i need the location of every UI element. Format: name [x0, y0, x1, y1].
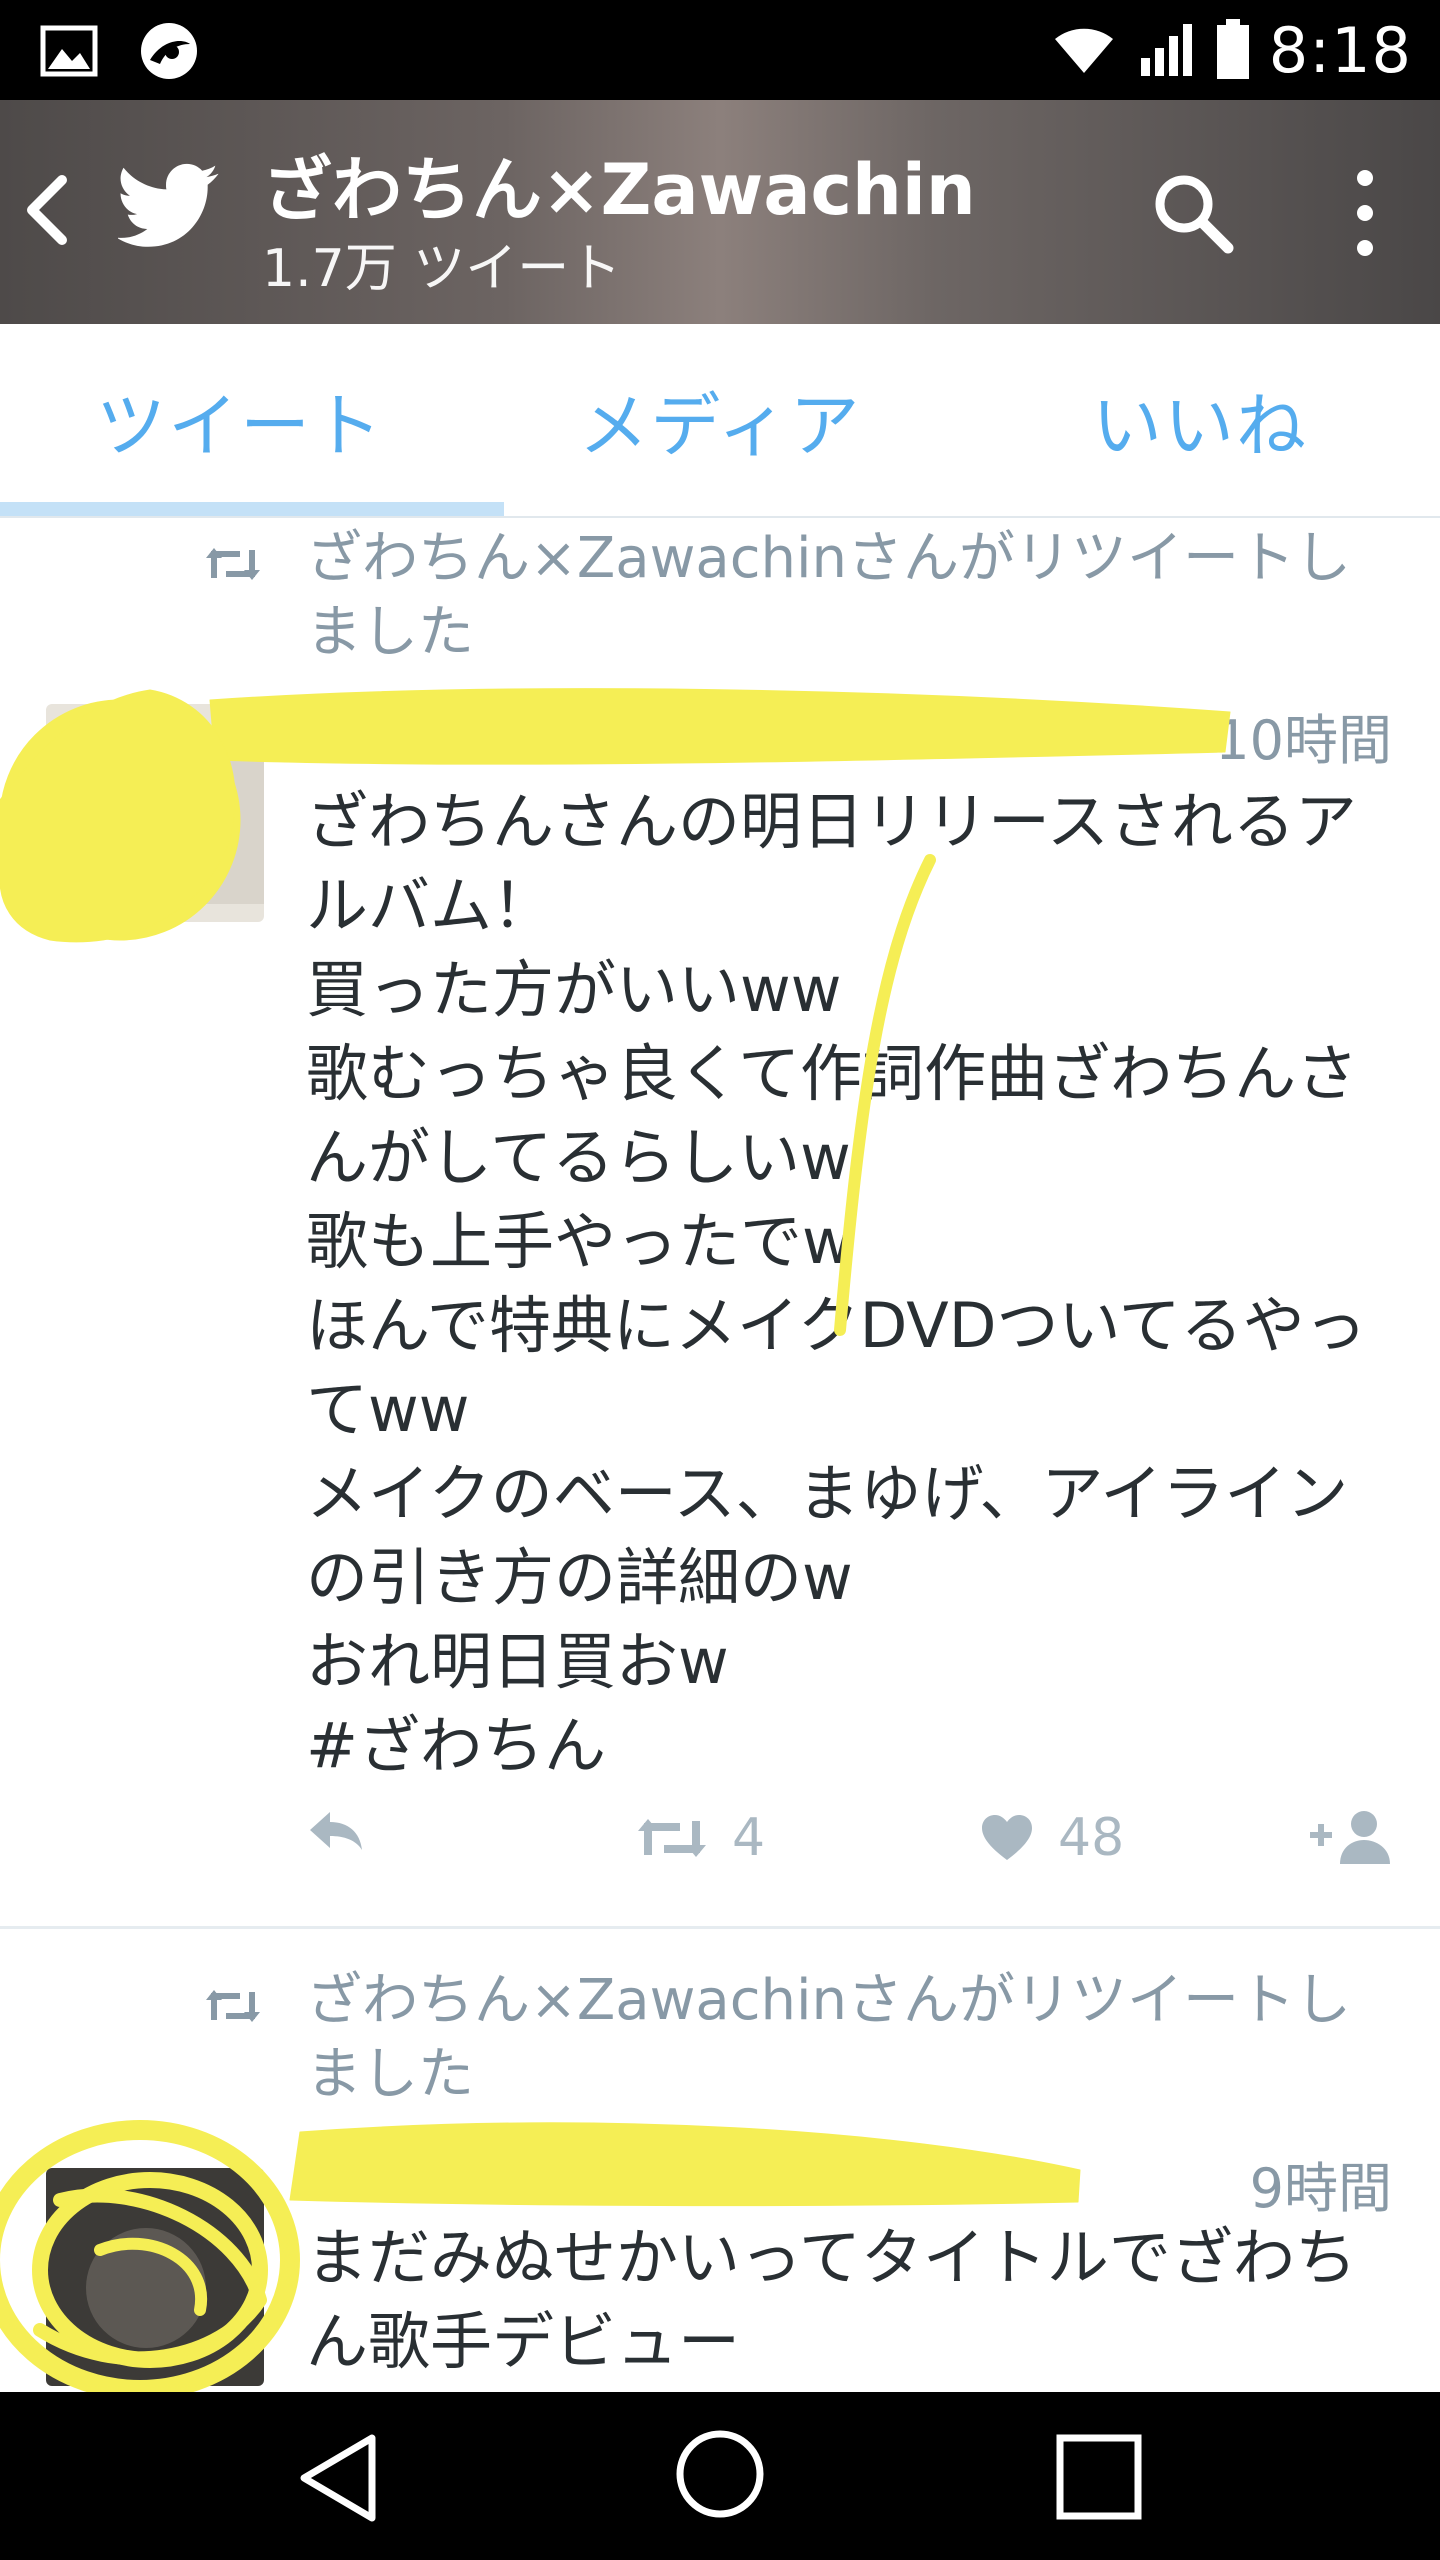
- app-icon: [138, 20, 200, 86]
- retweet-button[interactable]: 4: [636, 1808, 765, 1868]
- battery-icon: [1215, 18, 1251, 84]
- tweet-divider: [0, 1926, 1440, 1929]
- search-icon[interactable]: [1148, 168, 1238, 262]
- retweet-icon: [204, 544, 262, 588]
- tweet-time: 10時間: [1215, 709, 1392, 772]
- retweet-label: ざわちん×Zawachinさんがリツイートしました: [306, 1968, 1352, 2107]
- tweet-text: ざわちんさんの明日リリースされるアルバム！ 買った方がいいww 歌むっちゃ良くて…: [306, 785, 1367, 1782]
- tab-tweets[interactable]: ツイート: [0, 324, 480, 516]
- tweet-actions: 4 48: [306, 1808, 1396, 1888]
- home-nav-icon[interactable]: [674, 2428, 766, 2524]
- profile-tabs: ツイート メディア いいね: [0, 324, 1440, 518]
- tweet-text: まだみぬせかいってタイトルでざわちん歌手デビュー: [306, 2221, 1357, 2378]
- more-icon[interactable]: [1350, 166, 1380, 264]
- back-nav-icon[interactable]: [296, 2432, 380, 2528]
- image-icon: [40, 25, 98, 81]
- wifi-icon: [1049, 21, 1119, 81]
- active-tab-indicator: [0, 502, 504, 516]
- tab-likes[interactable]: いいね: [960, 324, 1440, 516]
- tab-media[interactable]: メディア: [480, 324, 960, 516]
- avatar[interactable]: [46, 704, 264, 922]
- tweet-item[interactable]: ざわちん×Zawachinさんがリツイートしました 9時間 まだみぬせかいってタ…: [0, 1960, 1440, 2392]
- recents-nav-icon[interactable]: [1056, 2434, 1142, 2524]
- tweet-time: 9時間: [1249, 2157, 1392, 2220]
- signal-icon: [1137, 20, 1197, 82]
- retweet-icon: [204, 1986, 262, 2030]
- follow-user-icon[interactable]: [1310, 1808, 1396, 1866]
- reply-icon[interactable]: [306, 1808, 366, 1852]
- like-button[interactable]: 48: [980, 1808, 1124, 1868]
- back-icon[interactable]: [22, 172, 72, 252]
- status-bar: 8:18: [0, 0, 1440, 100]
- tweet-item[interactable]: ざわちん×Zawachinさんがリツイートしました 10時間 ざわちんさんの明日…: [0, 518, 1440, 1926]
- profile-name: ざわちん×Zawachin: [262, 149, 976, 231]
- retweet-count: 4: [732, 1808, 766, 1868]
- profile-header: ざわちん×Zawachin 1.7万 ツイート: [0, 100, 1440, 324]
- retweet-label: ざわちん×Zawachinさんがリツイートしました: [306, 526, 1352, 665]
- clock: 8:18: [1268, 14, 1412, 87]
- navigation-bar: [0, 2392, 1440, 2560]
- tweet-count: 1.7万 ツイート: [262, 239, 622, 299]
- like-count: 48: [1058, 1808, 1125, 1868]
- twitter-bird-icon: [116, 162, 220, 254]
- avatar[interactable]: [46, 2168, 264, 2386]
